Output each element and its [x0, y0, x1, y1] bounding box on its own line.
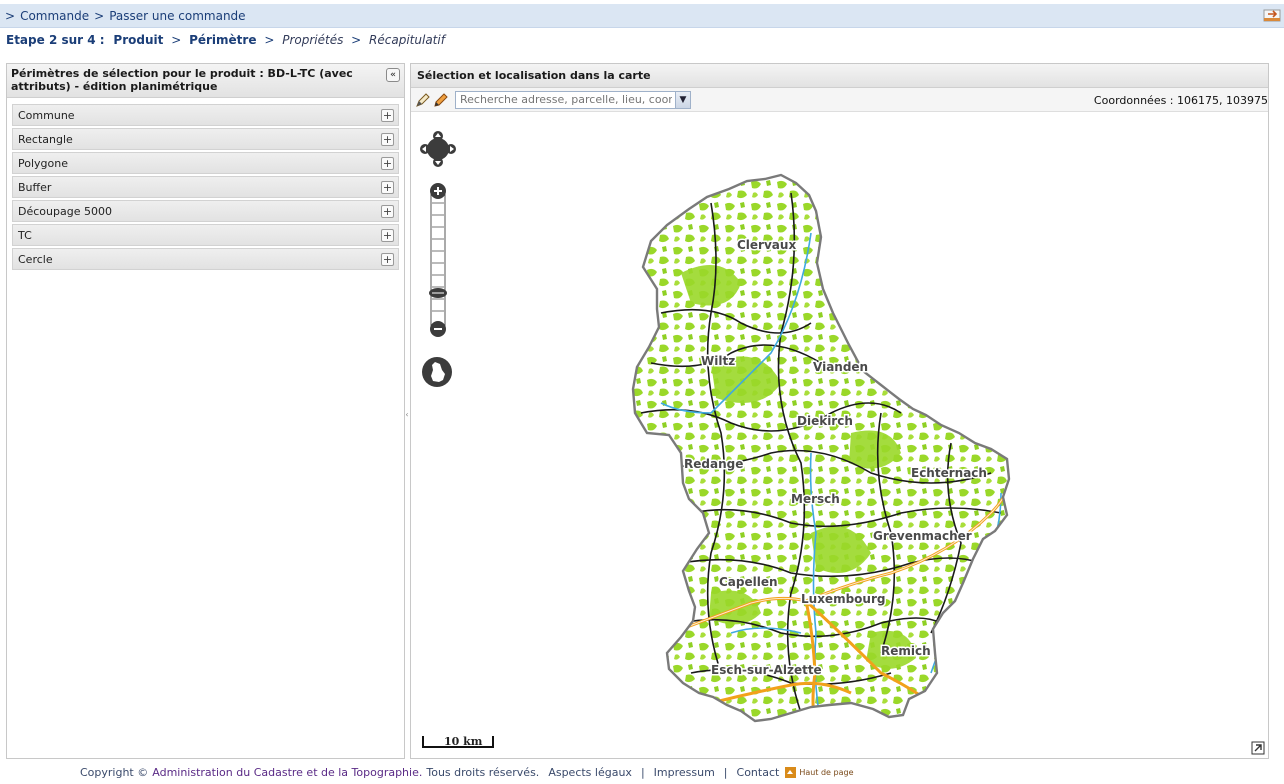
step-prefix: Etape 2 sur 4 : — [6, 33, 105, 47]
perimeter-item-label: Cercle — [18, 252, 53, 266]
expand-plus-icon[interactable]: + — [381, 228, 394, 242]
perimeter-item-label: Buffer — [18, 180, 52, 194]
town-label-grevenmacher: Grevenmacher — [873, 529, 972, 543]
town-label-redange: Redange — [684, 457, 743, 471]
town-label-wiltz: Wiltz — [701, 354, 735, 368]
town-label-esch-sur-alzette: Esch-sur-Alzette — [711, 663, 822, 677]
org-link[interactable]: Administration du Cadastre et de la Topo… — [152, 766, 422, 779]
search-input[interactable] — [456, 91, 676, 108]
step-recapitulatif: Récapitulatif — [369, 33, 445, 47]
expand-plus-icon[interactable]: + — [381, 108, 394, 122]
town-label-diekirch: Diekirch — [797, 414, 853, 428]
footer: Copyright © Administration du Cadastre e… — [80, 766, 854, 779]
perimeter-item-label: Rectangle — [18, 132, 73, 146]
legal-link[interactable]: Aspects légaux — [548, 766, 632, 779]
expand-plus-icon[interactable]: + — [381, 132, 394, 146]
town-label-remich: Remich — [881, 644, 931, 658]
pencil-icon[interactable] — [433, 92, 449, 108]
breadcrumb-separator: > — [94, 8, 105, 23]
town-label-clervaux: Clervaux — [737, 238, 796, 252]
panel-title: Périmètres de sélection pour le produit … — [11, 67, 353, 93]
town-label-capellen: Capellen — [719, 575, 778, 589]
map-panel: Sélection et localisation dans la carte … — [410, 63, 1269, 759]
contact-link[interactable]: Contact — [737, 766, 780, 779]
back-to-top-link[interactable]: Haut de page — [785, 767, 854, 778]
step-indicator: Etape 2 sur 4 : Produit > Périmètre > Pr… — [6, 33, 445, 47]
perimeter-item-label: TC — [18, 228, 32, 242]
perimeter-type-list: Commune + Rectangle + Polygone + Buffer … — [7, 98, 404, 270]
rights-text: Tous droits réservés. — [426, 766, 540, 779]
perimeter-item-commune[interactable]: Commune + — [12, 104, 399, 126]
perimeter-item-rectangle[interactable]: Rectangle + — [12, 128, 399, 150]
breadcrumb-arrow: > — [5, 8, 16, 23]
perimeter-item-tc[interactable]: TC + — [12, 224, 399, 246]
up-arrow-icon — [785, 767, 797, 778]
chevron-down-icon[interactable]: ▼ — [675, 91, 690, 108]
location-search-field[interactable]: ▼ — [455, 90, 691, 109]
step-arrow: > — [351, 33, 362, 47]
breadcrumb-item-passer-commande[interactable]: Passer une commande — [109, 9, 245, 23]
expand-plus-icon[interactable]: + — [381, 252, 394, 266]
panel-header: Périmètres de sélection pour le produit … — [7, 64, 404, 98]
perimeter-item-decoupage-5000[interactable]: Découpage 5000 + — [12, 200, 399, 222]
back-to-top-label: Haut de page — [799, 768, 854, 777]
logout-icon[interactable] — [1263, 8, 1281, 22]
expand-plus-icon[interactable]: + — [381, 204, 394, 218]
step-proprietes: Propriétés — [282, 33, 344, 47]
step-produit[interactable]: Produit — [113, 33, 163, 47]
pan-icon[interactable] — [420, 131, 456, 167]
step-arrow: > — [264, 33, 275, 47]
map-canvas[interactable]: Clervaux Wiltz Vianden Diekirch Redange … — [411, 113, 1268, 758]
perimeter-item-polygone[interactable]: Polygone + — [12, 152, 399, 174]
draw-edit-icon[interactable] — [415, 92, 431, 108]
town-label-mersch: Mersch — [791, 492, 840, 506]
expand-plus-icon[interactable]: + — [381, 156, 394, 170]
collapse-panel-button[interactable]: « — [386, 68, 400, 82]
perimeter-item-buffer[interactable]: Buffer + — [12, 176, 399, 198]
perimeter-item-cercle[interactable]: Cercle + — [12, 248, 399, 270]
step-perimetre: Périmètre — [189, 33, 257, 47]
perimeter-item-label: Polygone — [18, 156, 68, 170]
breadcrumb: > Commande > Passer une commande — [0, 4, 1284, 28]
coordinates-readout: Coordonnées : 106175, 103975 — [1093, 94, 1268, 107]
expand-plus-icon[interactable]: + — [381, 180, 394, 194]
step-arrow: > — [171, 33, 182, 47]
town-label-vianden: Vianden — [813, 360, 868, 374]
country-map[interactable]: Clervaux Wiltz Vianden Diekirch Redange … — [411, 113, 1268, 758]
selection-perimeter-panel: Périmètres de sélection pour le produit … — [6, 63, 405, 759]
town-label-luxembourg: Luxembourg — [801, 592, 885, 606]
impressum-link[interactable]: Impressum — [654, 766, 715, 779]
town-label-echternach: Echternach — [911, 466, 987, 480]
zoom-slider[interactable] — [428, 181, 448, 341]
extent-icon[interactable] — [421, 356, 453, 388]
expand-icon[interactable] — [1251, 741, 1265, 755]
scale-bar: 10 km — [422, 731, 497, 751]
panel-splitter[interactable]: ‹ — [405, 405, 409, 425]
map-toolbar: ▼ Coordonnées : 106175, 103975 — [411, 88, 1268, 112]
perimeter-item-label: Commune — [18, 108, 75, 122]
scale-label: 10 km — [444, 735, 483, 748]
map-panel-title: Sélection et localisation dans la carte — [411, 64, 1268, 88]
breadcrumb-item-commande[interactable]: Commande — [20, 9, 89, 23]
perimeter-item-label: Découpage 5000 — [18, 204, 112, 218]
copyright-text: Copyright © — [80, 766, 149, 779]
